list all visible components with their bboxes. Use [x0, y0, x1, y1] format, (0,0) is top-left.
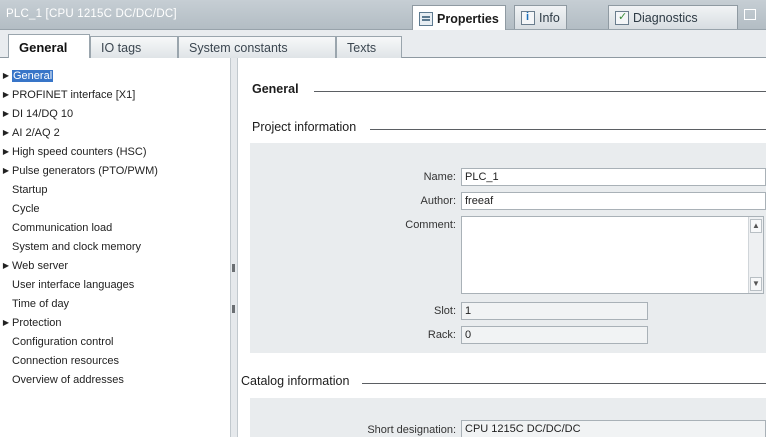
nav-item-communication-load[interactable]: Communication load — [0, 218, 230, 237]
expand-arrow-icon[interactable]: ▶ — [0, 166, 12, 175]
nav-item-label: Overview of addresses — [12, 373, 124, 386]
name-label: Name: — [423, 171, 456, 183]
catalog-information-heading: Catalog information — [241, 374, 350, 388]
expand-arrow-icon[interactable]: ▶ — [0, 128, 12, 137]
heading-divider — [370, 129, 766, 130]
tab-texts[interactable]: Texts — [336, 36, 402, 58]
nav-item-protection[interactable]: ▶ Protection — [0, 313, 230, 332]
rack-label: Rack: — [427, 329, 456, 341]
tab-diagnostics[interactable]: Diagnostics — [608, 5, 738, 29]
expand-arrow-icon[interactable]: ▶ — [0, 318, 12, 327]
nav-item-di-dq[interactable]: ▶ DI 14/DQ 10 — [0, 104, 230, 123]
nav-item-label: Time of day — [12, 297, 70, 310]
nav-item-label: PROFINET interface [X1] — [12, 88, 136, 101]
short-designation-label: Short designation: — [367, 424, 456, 436]
nav-item-label: DI 14/DQ 10 — [12, 107, 74, 120]
nav-item-label: System and clock memory — [12, 240, 141, 253]
window-options-icon[interactable] — [744, 9, 756, 20]
title-bar: PLC_1 [CPU 1215C DC/DC/DC] Properties In… — [0, 0, 766, 31]
properties-icon — [419, 11, 433, 26]
comment-scrollbar[interactable]: ▲ ▼ — [748, 217, 763, 293]
nav-item-label: General — [12, 69, 54, 82]
expand-arrow-icon[interactable]: ▶ — [0, 90, 12, 99]
heading-divider — [314, 91, 766, 92]
expand-arrow-icon[interactable]: ▶ — [0, 109, 12, 118]
nav-item-pulse-generators[interactable]: ▶ Pulse generators (PTO/PWM) — [0, 161, 230, 180]
nav-item-label: High speed counters (HSC) — [12, 145, 147, 158]
properties-content: General Project information Name: Author… — [238, 58, 766, 437]
tab-info-label: Info — [539, 10, 560, 25]
project-information-heading: Project information — [252, 120, 357, 134]
nav-item-label: Configuration control — [12, 335, 114, 348]
tab-general[interactable]: General — [8, 34, 90, 59]
nav-item-time-of-day[interactable]: Time of day — [0, 294, 230, 313]
tab-info[interactable]: Info — [514, 5, 567, 29]
nav-item-cycle[interactable]: Cycle — [0, 199, 230, 218]
tab-system-constants[interactable]: System constants — [178, 36, 336, 58]
nav-item-web-server[interactable]: ▶ Web server — [0, 256, 230, 275]
scroll-down-icon[interactable]: ▼ — [750, 277, 762, 291]
short-designation-field — [461, 420, 766, 437]
nav-item-label: User interface languages — [12, 278, 135, 291]
author-label: Author: — [420, 195, 456, 207]
comment-label: Comment: — [405, 219, 456, 231]
rack-field — [461, 326, 648, 344]
slot-field — [461, 302, 648, 320]
nav-item-label: Pulse generators (PTO/PWM) — [12, 164, 158, 177]
window-title: PLC_1 [CPU 1215C DC/DC/DC] — [6, 8, 177, 20]
nav-item-label: Cycle — [12, 202, 40, 215]
tab-diagnostics-label: Diagnostics — [633, 10, 698, 25]
nav-item-user-interface-languages[interactable]: User interface languages — [0, 275, 230, 294]
tab-properties[interactable]: Properties — [412, 5, 506, 31]
nav-item-configuration-control[interactable]: Configuration control — [0, 332, 230, 351]
splitter-grip-icon[interactable] — [232, 264, 235, 272]
expand-arrow-icon[interactable]: ▶ — [0, 71, 12, 80]
pane-splitter[interactable] — [230, 58, 238, 437]
nav-item-label: Communication load — [12, 221, 113, 234]
splitter-grip-icon[interactable] — [232, 305, 235, 313]
tab-io-tags[interactable]: IO tags — [90, 36, 178, 58]
slot-label: Slot: — [433, 305, 456, 317]
nav-item-overview-of-addresses[interactable]: Overview of addresses — [0, 370, 230, 389]
expand-arrow-icon[interactable]: ▶ — [0, 261, 12, 270]
comment-field[interactable]: ▲ ▼ — [461, 216, 764, 294]
general-heading: General — [252, 82, 299, 96]
nav-item-high-speed-counters[interactable]: ▶ High speed counters (HSC) — [0, 142, 230, 161]
scroll-up-icon[interactable]: ▲ — [750, 219, 762, 233]
nav-item-label: Connection resources — [12, 354, 120, 367]
heading-divider — [362, 383, 766, 384]
author-field[interactable] — [461, 192, 766, 210]
nav-item-startup[interactable]: Startup — [0, 180, 230, 199]
nav-item-label: Protection — [12, 316, 62, 329]
name-field[interactable] — [461, 168, 766, 186]
nav-item-general[interactable]: ▶ General — [0, 66, 230, 85]
nav-item-ai-aq[interactable]: ▶ AI 2/AQ 2 — [0, 123, 230, 142]
expand-arrow-icon[interactable]: ▶ — [0, 147, 12, 156]
nav-item-label: Web server — [12, 259, 69, 272]
diagnostics-icon — [615, 10, 629, 25]
nav-item-label: AI 2/AQ 2 — [12, 126, 60, 139]
nav-item-system-clock-memory[interactable]: System and clock memory — [0, 237, 230, 256]
section-tabs: General IO tags System constants Texts — [0, 30, 766, 59]
navigation-tree: ▶ General ▶ PROFINET interface [X1] ▶ DI… — [0, 58, 230, 437]
tab-properties-label: Properties — [437, 11, 499, 26]
nav-item-profinet-interface[interactable]: ▶ PROFINET interface [X1] — [0, 85, 230, 104]
nav-item-label: Startup — [12, 183, 48, 196]
nav-item-connection-resources[interactable]: Connection resources — [0, 351, 230, 370]
info-icon — [521, 10, 535, 25]
